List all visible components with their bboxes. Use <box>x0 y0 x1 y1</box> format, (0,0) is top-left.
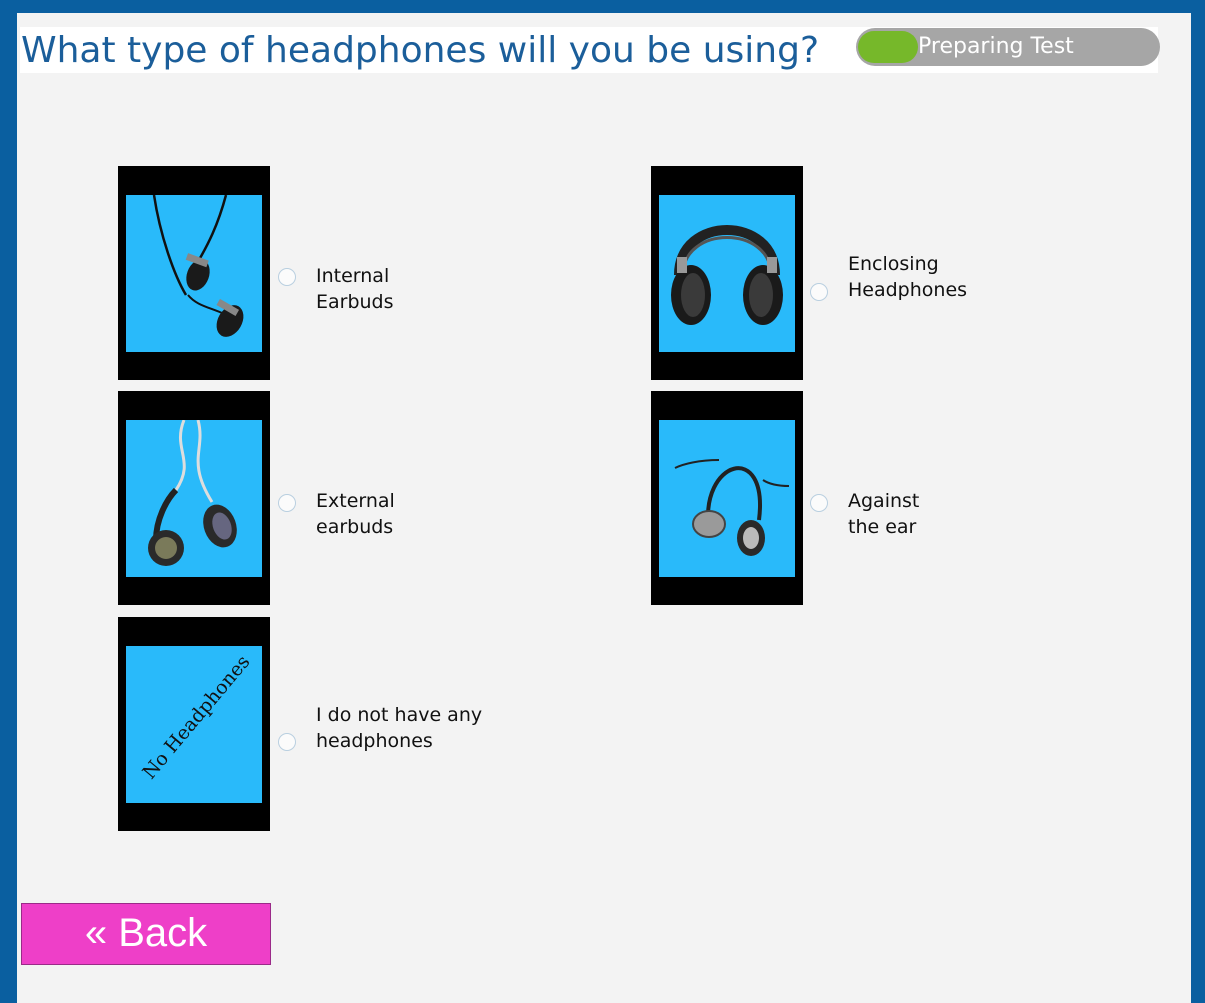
option-label-internal-earbuds: Internal Earbuds <box>316 265 394 313</box>
no-headphones-image-text: No Headphones <box>138 651 255 784</box>
no-headphones-picture: No Headphones <box>126 646 262 803</box>
enclosing-headphones-image[interactable] <box>651 166 803 380</box>
option-label-enclosing-headphones: Enclosing Headphones <box>848 253 968 301</box>
back-button[interactable]: « Back <box>21 903 271 965</box>
internal-earbuds-image[interactable] <box>118 166 270 380</box>
progress-fill <box>858 31 918 63</box>
internal-earbuds-picture <box>126 195 262 352</box>
radio-internal-earbuds[interactable] <box>278 268 296 286</box>
enclosing-headphones-picture <box>659 195 795 352</box>
external-earbuds-image[interactable] <box>118 391 270 605</box>
radio-external-earbuds[interactable] <box>278 494 296 512</box>
progress-label: Preparing Test <box>918 34 1074 59</box>
against-the-ear-picture <box>659 420 795 577</box>
no-headphones-image[interactable]: No Headphones <box>118 617 270 831</box>
against-the-ear-image[interactable] <box>651 391 803 605</box>
radio-against-the-ear[interactable] <box>810 494 828 512</box>
option-label-no-headphones: I do not have any headphones <box>316 704 483 752</box>
option-label-against-the-ear: Against the ear <box>848 490 920 538</box>
external-earbuds-picture <box>126 420 262 577</box>
option-label-external-earbuds: External earbuds <box>316 490 395 538</box>
progress-bar: Preparing Test <box>856 28 1160 66</box>
page-title: What type of headphones will you be usin… <box>21 30 820 71</box>
